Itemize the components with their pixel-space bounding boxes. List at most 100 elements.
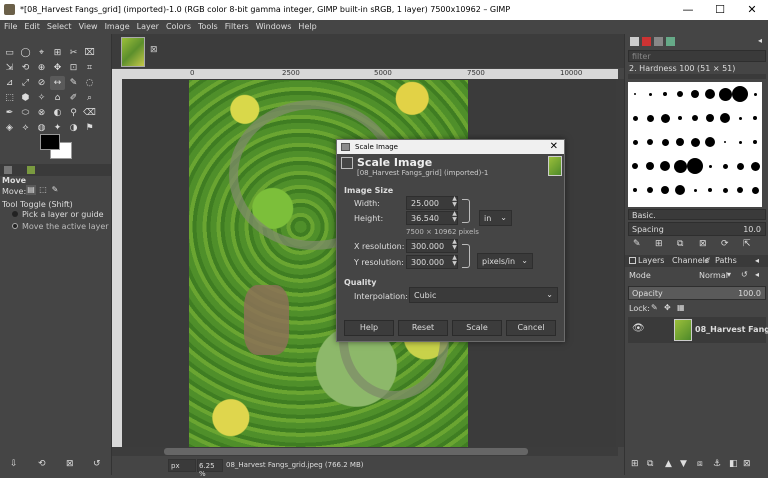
move-selection-icon[interactable]: ⬚	[38, 185, 48, 195]
brush-swatch[interactable]	[753, 116, 757, 120]
brush-swatch[interactable]	[632, 163, 638, 169]
duplicate-brush-icon[interactable]: ⧉	[677, 239, 683, 249]
tool-button[interactable]: ⟲	[18, 61, 33, 75]
menu-view[interactable]: View	[75, 20, 101, 31]
resolution-unit-select[interactable]: pixels/in ⌄	[477, 253, 533, 269]
brush-swatch[interactable]	[706, 114, 714, 122]
chain-link-icon[interactable]	[462, 244, 470, 268]
brush-swatch[interactable]	[751, 186, 759, 194]
reset-button[interactable]: Reset	[398, 320, 448, 336]
brush-filter-input[interactable]: filter	[628, 50, 766, 62]
duplicate-layer-icon[interactable]: ⧈	[697, 459, 703, 469]
brush-grid[interactable]	[628, 82, 762, 207]
tool-button[interactable]: ◈	[2, 121, 17, 135]
menu-edit[interactable]: Edit	[20, 20, 43, 31]
tool-button[interactable]: ⌗	[82, 61, 97, 75]
brush-swatch[interactable]	[660, 113, 670, 123]
brush-swatch[interactable]	[753, 140, 757, 144]
tool-button[interactable]: ⚲	[66, 106, 81, 120]
lock-alpha-icon[interactable]: ▦	[677, 303, 685, 312]
close-button[interactable]: ✕	[736, 0, 768, 20]
tool-button[interactable]: ⊡	[66, 61, 81, 75]
tool-button[interactable]: ⤢	[18, 76, 33, 90]
tool-button[interactable]: ⊿	[2, 76, 17, 90]
dialog-close-icon[interactable]: ✕	[550, 141, 558, 152]
move-path-icon[interactable]: ✎	[50, 185, 60, 195]
menu-layer[interactable]: Layer	[133, 20, 162, 31]
tool-button[interactable]: ✂	[66, 46, 81, 60]
tab-layers[interactable]: Layers	[638, 256, 664, 265]
brush-swatch[interactable]	[705, 137, 715, 147]
new-brush-icon[interactable]: ⊞	[655, 239, 663, 249]
tool-button[interactable]: ⚑	[82, 121, 97, 135]
tool-button[interactable]: ⌕	[82, 91, 97, 105]
maximize-button[interactable]: ☐	[704, 0, 736, 20]
cancel-button[interactable]: Cancel	[506, 320, 556, 336]
save-options-icon[interactable]: ⇩	[10, 459, 18, 469]
reset-options-icon[interactable]: ↺	[93, 459, 101, 469]
move-active-layer-radio[interactable]	[12, 223, 18, 229]
tool-button[interactable]: ⬚	[2, 91, 17, 105]
brush-swatch[interactable]	[677, 91, 683, 97]
brush-swatch[interactable]	[722, 163, 728, 169]
menu-colors[interactable]: Colors	[162, 20, 194, 31]
brush-swatch[interactable]	[692, 115, 698, 121]
width-stepper[interactable]: ▲ ▼	[450, 196, 459, 210]
panel-menu-icon[interactable]: ◂	[755, 270, 759, 279]
dialog-titlebar[interactable]: Scale Image ✕	[337, 140, 564, 154]
brush-swatch[interactable]	[753, 92, 757, 96]
brush-swatch[interactable]	[647, 187, 653, 193]
delete-brush-icon[interactable]: ⊠	[699, 239, 707, 249]
tool-button[interactable]: ✐	[66, 91, 81, 105]
brush-swatch[interactable]	[736, 162, 744, 170]
restore-options-icon[interactable]: ⟲	[38, 459, 46, 469]
tab-paths[interactable]: Paths	[715, 256, 737, 265]
delete-layer-icon[interactable]: ⊠	[743, 459, 751, 469]
close-image-tab-icon[interactable]: ⊠	[150, 45, 158, 55]
zoom-select[interactable]: 6.25 %	[197, 459, 223, 478]
brush-swatch[interactable]	[673, 159, 687, 173]
raise-layer-icon[interactable]: ▲	[665, 459, 672, 469]
pick-layer-radio[interactable]	[12, 211, 18, 217]
tool-button[interactable]: ⌫	[82, 106, 97, 120]
brush-swatch[interactable]	[732, 86, 748, 102]
brush-swatch[interactable]	[738, 140, 742, 144]
mode-select[interactable]: Normal	[699, 271, 728, 280]
brush-swatch[interactable]	[632, 115, 638, 121]
image-tab-icon[interactable]	[27, 166, 35, 174]
brush-swatch[interactable]	[705, 89, 715, 99]
foreground-color-swatch[interactable]	[40, 134, 60, 150]
brush-swatch[interactable]	[687, 158, 703, 174]
lock-pixels-icon[interactable]: ✎	[651, 303, 658, 312]
edit-brush-icon[interactable]: ✎	[633, 239, 641, 249]
move-layer-icon[interactable]: ▤	[26, 185, 36, 195]
y-resolution-stepper[interactable]: ▲ ▼	[450, 255, 459, 269]
delete-options-icon[interactable]: ⊠	[66, 459, 74, 469]
ruler-corner[interactable]	[112, 69, 124, 79]
spacing-slider[interactable]: Spacing 10.0	[628, 222, 766, 236]
x-resolution-stepper[interactable]: ▲ ▼	[450, 239, 459, 253]
scrollbar-thumb[interactable]	[164, 448, 528, 455]
brush-swatch[interactable]	[663, 92, 667, 96]
tool-button[interactable]: ▭	[2, 46, 17, 60]
brush-swatch[interactable]	[722, 187, 728, 193]
menu-image[interactable]: Image	[101, 20, 133, 31]
brush-swatch[interactable]	[724, 141, 726, 143]
tool-button[interactable]: ⌧	[82, 46, 97, 60]
chain-link-icon[interactable]	[462, 199, 470, 223]
eye-icon[interactable]: 👁	[632, 323, 645, 334]
size-unit-select[interactable]: in ⌄	[479, 210, 512, 226]
brush-swatch[interactable]	[633, 188, 637, 192]
interpolation-select[interactable]: Cubic ⌄	[409, 287, 558, 303]
tool-button[interactable]: ✦	[50, 121, 65, 135]
help-button[interactable]: Help	[344, 320, 394, 336]
brushes-tab-icon[interactable]	[630, 37, 639, 46]
brush-swatch[interactable]	[738, 116, 742, 120]
tool-button[interactable]: ◐	[50, 106, 65, 120]
opacity-slider[interactable]: Opacity 100.0	[628, 286, 766, 300]
panel-menu-icon[interactable]: ◂	[755, 256, 759, 265]
brush-swatch[interactable]	[708, 188, 712, 192]
new-layer-icon[interactable]: ⧉	[647, 459, 653, 469]
tool-button[interactable]: ✥	[50, 61, 65, 75]
mask-layer-icon[interactable]: ◧	[729, 459, 738, 469]
